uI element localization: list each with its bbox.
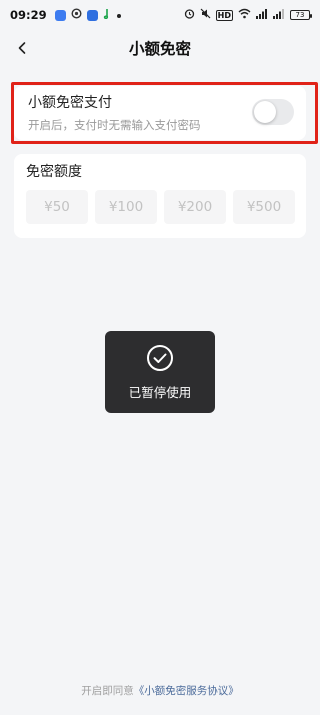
- toast-text: 已暂停使用: [128, 384, 192, 400]
- check-circle-icon: [147, 344, 173, 371]
- limit-card: 免密额度 ¥50 ¥100 ¥200 ¥500: [14, 154, 306, 238]
- page-title: 小额免密: [128, 40, 191, 58]
- footer-prefix: 开启即同意: [81, 685, 134, 697]
- status-left: 09:29: [10, 8, 122, 22]
- mute-icon: [200, 8, 211, 22]
- amount-option-500[interactable]: ¥500: [233, 190, 295, 224]
- dot-icon: [116, 9, 122, 22]
- toggle-description: 开启后，支付时无需输入支付密码: [28, 118, 201, 132]
- status-bar: 09:29 HD 73: [0, 0, 320, 30]
- status-time: 09:29: [10, 8, 47, 22]
- limit-title: 免密额度: [26, 164, 82, 180]
- amount-option-50[interactable]: ¥50: [26, 190, 88, 224]
- chevron-left-icon: [18, 42, 26, 54]
- amount-option-200[interactable]: ¥200: [164, 190, 226, 224]
- wifi-icon: [238, 8, 251, 22]
- password-free-switch[interactable]: [252, 99, 294, 125]
- signal-icon: [256, 8, 268, 22]
- app-icon-swirl: [71, 8, 82, 22]
- back-button[interactable]: [10, 36, 34, 60]
- status-right: HD 73: [184, 8, 312, 22]
- app-icon-green: [103, 8, 111, 22]
- small-amount-toggle-card: 小额免密支付 开启后，支付时无需输入支付密码: [14, 86, 306, 140]
- header: 小额免密: [0, 30, 320, 66]
- amount-option-100[interactable]: ¥100: [95, 190, 157, 224]
- toast: 已暂停使用: [105, 331, 215, 413]
- switch-knob: [254, 101, 276, 123]
- agreement-link[interactable]: 《小额免密服务协议》: [134, 685, 239, 697]
- app-icon-blue-square: [86, 9, 98, 21]
- amount-options: ¥50 ¥100 ¥200 ¥500: [26, 190, 295, 224]
- hd-icon: HD: [215, 9, 233, 21]
- alarm-icon: [184, 8, 195, 22]
- battery-icon: 73: [290, 10, 312, 20]
- signal-icon: [273, 8, 285, 22]
- footer-agreement: 开启即同意《小额免密服务协议》: [0, 683, 320, 699]
- app-icon-blue: [54, 9, 66, 21]
